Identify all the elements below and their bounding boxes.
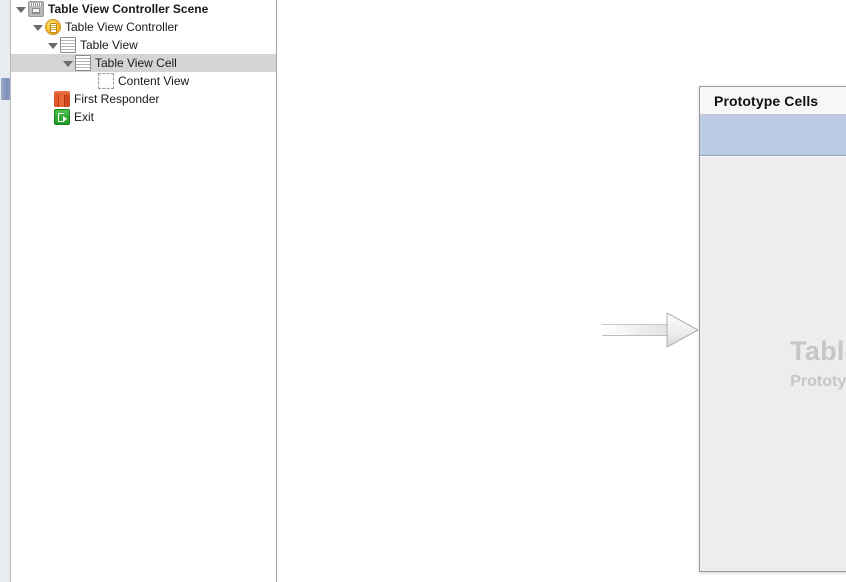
- outline-row-label: Exit: [74, 110, 95, 124]
- disclosure-triangle-icon[interactable]: [62, 58, 73, 69]
- first-responder-icon: [54, 91, 70, 107]
- document-outline-pane: Table View Controller Scene Table View C…: [0, 0, 277, 582]
- content-view-icon: [98, 73, 114, 89]
- table-view-icon: [60, 37, 76, 53]
- xcode-interface-builder: Table View Controller Scene Table View C…: [0, 0, 846, 582]
- outline-row-content-view[interactable]: Content View: [11, 72, 276, 90]
- outline-row-label: Table View Cell: [95, 56, 177, 70]
- table-view-placeholder-title: Table View: [789, 336, 846, 367]
- scene-icon: [28, 1, 44, 17]
- view-controller-icon: [45, 19, 61, 35]
- outline-row-first-responder[interactable]: First Responder: [11, 90, 276, 108]
- entry-point-arrow-icon[interactable]: [602, 311, 700, 349]
- outline-row-table-view-controller[interactable]: Table View Controller: [11, 18, 276, 36]
- outline-row-table-view-controller-scene[interactable]: Table View Controller Scene: [11, 0, 276, 18]
- storyboard-canvas[interactable]: Prototype Cells Table View Prototype Con…: [277, 0, 846, 582]
- table-view-placeholder-area[interactable]: Table View Prototype Content: [700, 157, 846, 571]
- outline-row-exit[interactable]: Exit: [11, 108, 276, 126]
- prototype-table-view-cell[interactable]: [700, 115, 846, 156]
- outline-row-label: Table View: [80, 38, 138, 52]
- outline-row-table-view[interactable]: Table View: [11, 36, 276, 54]
- outline-row-label: Table View Controller Scene: [48, 2, 209, 16]
- disclosure-triangle-icon[interactable]: [15, 4, 26, 15]
- outline-row-list: Table View Controller Scene Table View C…: [11, 0, 276, 126]
- outline-row-table-view-cell[interactable]: Table View Cell: [11, 54, 276, 72]
- outline-row-label: First Responder: [74, 92, 160, 106]
- prototype-cells-title: Prototype Cells: [714, 92, 819, 109]
- outline-scrollbar-thumb[interactable]: [1, 78, 10, 100]
- exit-icon: [54, 109, 70, 125]
- outline-row-label: Table View Controller: [65, 20, 179, 34]
- disclosure-triangle-icon[interactable]: [32, 22, 43, 33]
- outline-vertical-scrollbar[interactable]: [0, 0, 11, 582]
- disclosure-triangle-icon[interactable]: [47, 40, 58, 51]
- table-view-placeholder-subtitle: Prototype Content: [790, 373, 846, 391]
- outline-row-label: Content View: [118, 74, 190, 88]
- view-controller-scene-frame[interactable]: Prototype Cells Table View Prototype Con…: [699, 86, 846, 572]
- table-view-cell-icon: [75, 55, 91, 71]
- prototype-cells-header: Prototype Cells: [700, 87, 846, 115]
